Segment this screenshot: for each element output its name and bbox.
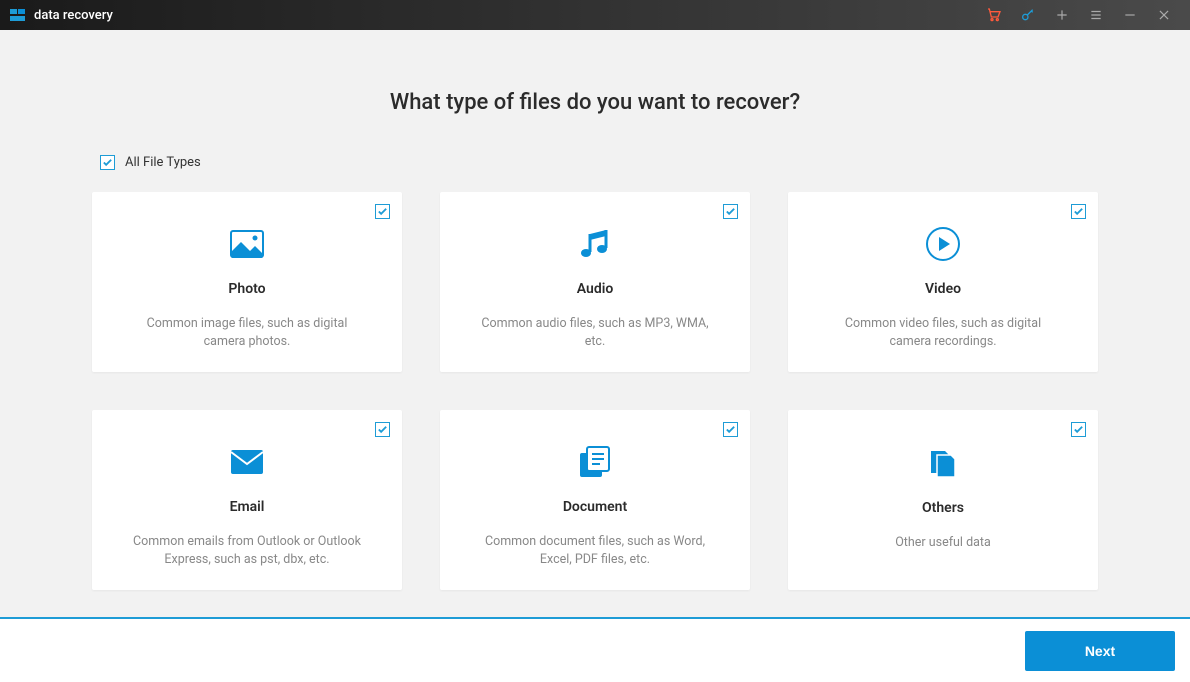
all-file-types-toggle[interactable]: All File Types bbox=[100, 155, 201, 170]
card-desc: Common emails from Outlook or Outlook Ex… bbox=[112, 533, 382, 571]
checkbox-icon[interactable] bbox=[1071, 422, 1086, 437]
card-others[interactable]: Others Other useful data bbox=[788, 410, 1098, 590]
checkbox-icon[interactable] bbox=[375, 422, 390, 437]
titlebar-controls bbox=[986, 7, 1180, 23]
image-icon bbox=[230, 220, 264, 269]
file-type-grid: Photo Common image files, such as digita… bbox=[100, 192, 1090, 590]
card-document[interactable]: Document Common document files, such as … bbox=[440, 410, 750, 590]
checkbox-icon[interactable] bbox=[723, 422, 738, 437]
plus-icon[interactable] bbox=[1054, 7, 1070, 23]
card-photo[interactable]: Photo Common image files, such as digita… bbox=[92, 192, 402, 372]
page-title: What type of files do you want to recove… bbox=[390, 90, 800, 115]
checkbox-icon bbox=[100, 155, 115, 170]
titlebar: data recovery bbox=[0, 0, 1190, 30]
next-button[interactable]: Next bbox=[1025, 631, 1175, 671]
checkbox-icon[interactable] bbox=[1071, 204, 1086, 219]
card-title: Video bbox=[925, 281, 961, 297]
titlebar-left: data recovery bbox=[10, 7, 113, 23]
play-icon bbox=[925, 220, 961, 269]
card-video[interactable]: Video Common video files, such as digita… bbox=[788, 192, 1098, 372]
footer: Next bbox=[0, 617, 1190, 682]
card-title: Email bbox=[230, 499, 265, 515]
checkbox-icon[interactable] bbox=[375, 204, 390, 219]
card-title: Audio bbox=[577, 281, 614, 297]
document-icon bbox=[578, 438, 612, 487]
cart-icon[interactable] bbox=[986, 7, 1002, 23]
music-icon bbox=[580, 220, 610, 269]
card-desc: Common image files, such as digital came… bbox=[112, 315, 382, 353]
card-email[interactable]: Email Common emails from Outlook or Outl… bbox=[92, 410, 402, 590]
card-title: Photo bbox=[228, 281, 265, 297]
card-audio[interactable]: Audio Common audio files, such as MP3, W… bbox=[440, 192, 750, 372]
card-title: Document bbox=[563, 499, 627, 515]
card-desc: Other useful data bbox=[875, 534, 1011, 553]
key-icon[interactable] bbox=[1020, 7, 1036, 23]
app-logo-icon bbox=[10, 7, 26, 23]
all-file-types-label: All File Types bbox=[125, 155, 201, 170]
checkbox-icon[interactable] bbox=[723, 204, 738, 219]
files-icon bbox=[927, 438, 959, 488]
minimize-icon[interactable] bbox=[1122, 7, 1138, 23]
card-desc: Common audio files, such as MP3, WMA, et… bbox=[460, 315, 730, 353]
main-content: What type of files do you want to recove… bbox=[0, 30, 1190, 617]
menu-icon[interactable] bbox=[1088, 7, 1104, 23]
envelope-icon bbox=[230, 438, 264, 487]
close-icon[interactable] bbox=[1156, 7, 1172, 23]
card-desc: Common document files, such as Word, Exc… bbox=[460, 533, 730, 571]
card-title: Others bbox=[922, 500, 964, 516]
card-desc: Common video files, such as digital came… bbox=[808, 315, 1078, 353]
app-title: data recovery bbox=[34, 8, 113, 23]
